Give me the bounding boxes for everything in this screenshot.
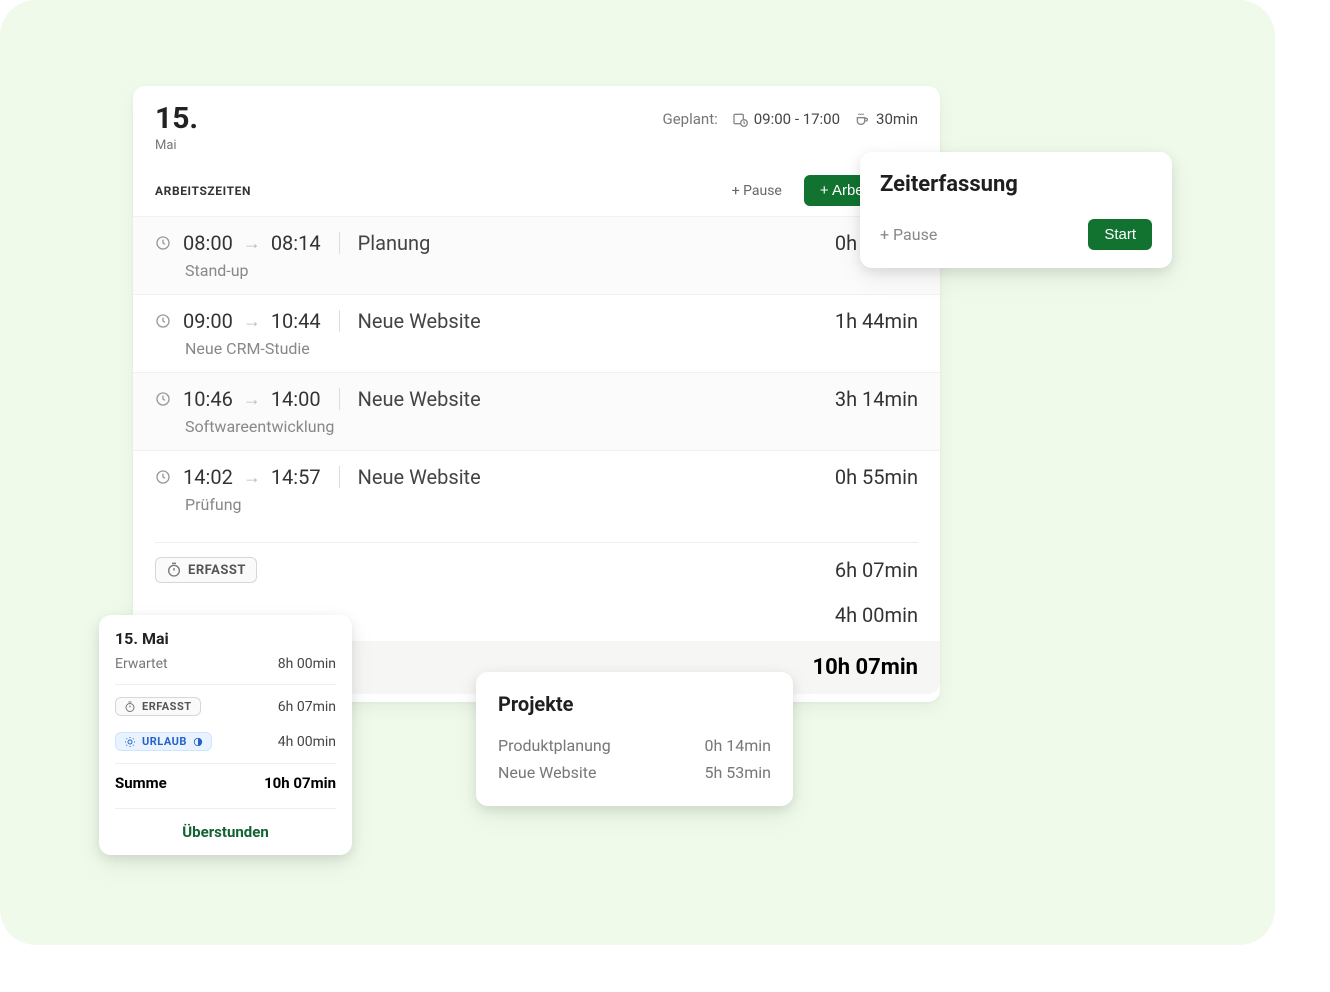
- divider: [339, 310, 340, 332]
- entry-project: Neue Website: [358, 387, 481, 411]
- coffee-icon: [854, 111, 870, 127]
- divider: [339, 232, 340, 254]
- half-day-icon: [193, 737, 203, 747]
- arrow-right-icon: →: [243, 389, 261, 410]
- time-entry[interactable]: 08:00 → 08:14 Planung 0h 14min Stand-up: [133, 216, 940, 294]
- stopwatch-icon: [124, 701, 136, 713]
- projects-title: Projekte: [498, 692, 771, 716]
- time-entry[interactable]: 09:00 → 10:44 Neue Website 1h 44min Neue…: [133, 294, 940, 372]
- entry-end: 10:44: [271, 309, 321, 333]
- summary-recorded-row: ERFASST 6h 07min: [115, 689, 336, 724]
- calendar-clock-icon: [732, 111, 748, 127]
- project-name: Neue Website: [498, 763, 596, 782]
- summary-recorded-row: ERFASST 6h 07min: [133, 547, 940, 593]
- tracker-title: Zeiterfassung: [880, 172, 1152, 197]
- arrow-right-icon: →: [243, 233, 261, 254]
- entry-times: 08:00 → 08:14: [183, 231, 321, 255]
- entry-project: Neue Website: [358, 309, 481, 333]
- entry-end: 08:14: [271, 231, 321, 255]
- sum-label: Summe: [115, 774, 167, 792]
- recorded-badge: ERFASST: [115, 697, 201, 716]
- entries-list: 08:00 → 08:14 Planung 0h 14min Stand-up …: [133, 216, 940, 528]
- time-entry[interactable]: 10:46 → 14:00 Neue Website 3h 14min Soft…: [133, 372, 940, 450]
- day-header: 15. Mai Geplant: 09:00 - 17:00 30min: [133, 86, 940, 165]
- clock-icon: [155, 469, 171, 485]
- sun-icon: [124, 736, 136, 748]
- arrow-right-icon: →: [243, 311, 261, 332]
- project-duration: 0h 14min: [704, 736, 771, 755]
- planned-break-segment: 30min: [854, 110, 918, 128]
- date-block: 15. Mai: [155, 104, 198, 153]
- entry-note: Prüfung: [185, 495, 918, 514]
- recorded-value: 6h 07min: [278, 699, 336, 715]
- vacation-value: 4h 00min: [278, 734, 336, 750]
- planned-label: Geplant:: [663, 110, 718, 128]
- divider: [115, 684, 336, 685]
- entry-times: 10:46 → 14:00: [183, 387, 321, 411]
- clock-icon: [155, 391, 171, 407]
- month-label: Mai: [155, 138, 198, 153]
- entry-note: Softwareentwicklung: [185, 417, 918, 436]
- entry-times: 14:02 → 14:57: [183, 465, 321, 489]
- divider: [339, 388, 340, 410]
- project-row: Neue Website 5h 53min: [498, 759, 771, 786]
- expected-value: 8h 00min: [278, 656, 336, 672]
- day-number: 15.: [155, 104, 198, 134]
- toolbar: ARBEITSZEITEN + Pause + Arbeitszeit: [133, 165, 940, 216]
- entry-start: 10:46: [183, 387, 233, 411]
- clock-icon: [155, 235, 171, 251]
- project-duration: 5h 53min: [704, 763, 771, 782]
- summary-expected-row: Erwartet 8h 00min: [115, 648, 336, 680]
- tracker-add-pause-link[interactable]: + Pause: [880, 225, 937, 244]
- summary-vacation-row: URLAUB 4h 00min: [115, 724, 336, 759]
- tracker-start-button[interactable]: Start: [1088, 219, 1152, 250]
- recorded-badge: ERFASST: [155, 557, 257, 583]
- arrow-right-icon: →: [243, 467, 261, 488]
- entry-end: 14:00: [271, 387, 321, 411]
- recorded-badge-label: ERFASST: [142, 700, 192, 713]
- recorded-badge-label: ERFASST: [188, 563, 246, 578]
- vacation-badge: URLAUB: [115, 732, 212, 751]
- entry-duration: 1h 44min: [835, 309, 918, 333]
- entry-note: Neue CRM-Studie: [185, 339, 918, 358]
- planned-time: 09:00 - 17:00: [754, 110, 840, 128]
- recorded-value: 6h 07min: [835, 558, 918, 582]
- clock-icon: [155, 313, 171, 329]
- entry-project: Neue Website: [358, 465, 481, 489]
- divider: [339, 466, 340, 488]
- entry-project: Planung: [358, 231, 431, 255]
- planned-time-segment: 09:00 - 17:00: [732, 110, 840, 128]
- summary-total-value: 10h 07min: [813, 655, 919, 680]
- project-name: Produktplanung: [498, 736, 611, 755]
- time-tracker-card: Zeiterfassung + Pause Start: [860, 152, 1172, 268]
- entry-start: 09:00: [183, 309, 233, 333]
- entry-note: Stand-up: [185, 261, 918, 280]
- project-row: Produktplanung 0h 14min: [498, 732, 771, 759]
- planned-info: Geplant: 09:00 - 17:00 30min: [663, 110, 918, 128]
- summary-total-row: Summe 10h 07min: [115, 763, 336, 798]
- day-summary-card: 15. Mai Erwartet 8h 00min ERFASST 6h 07m…: [99, 615, 352, 855]
- overtime-link[interactable]: Überstunden: [115, 808, 336, 841]
- entry-start: 14:02: [183, 465, 233, 489]
- entry-duration: 3h 14min: [835, 387, 918, 411]
- sum-value: 10h 07min: [264, 774, 336, 792]
- summary-row2-value: 4h 00min: [835, 603, 918, 627]
- section-label: ARBEITSZEITEN: [155, 184, 251, 198]
- projects-card: Projekte Produktplanung 0h 14min Neue We…: [476, 672, 793, 806]
- vacation-badge-label: URLAUB: [142, 735, 187, 748]
- time-entry[interactable]: 14:02 → 14:57 Neue Website 0h 55min Prüf…: [133, 450, 940, 528]
- entry-duration: 0h 55min: [835, 465, 918, 489]
- summary-card-title: 15. Mai: [115, 629, 336, 648]
- planned-break: 30min: [876, 110, 918, 128]
- stopwatch-icon: [166, 562, 182, 578]
- entry-end: 14:57: [271, 465, 321, 489]
- entry-times: 09:00 → 10:44: [183, 309, 321, 333]
- divider: [155, 542, 918, 543]
- add-pause-link[interactable]: + Pause: [732, 183, 782, 199]
- expected-label: Erwartet: [115, 656, 168, 672]
- day-timesheet-card: 15. Mai Geplant: 09:00 - 17:00 30min ARB…: [133, 86, 940, 702]
- entry-start: 08:00: [183, 231, 233, 255]
